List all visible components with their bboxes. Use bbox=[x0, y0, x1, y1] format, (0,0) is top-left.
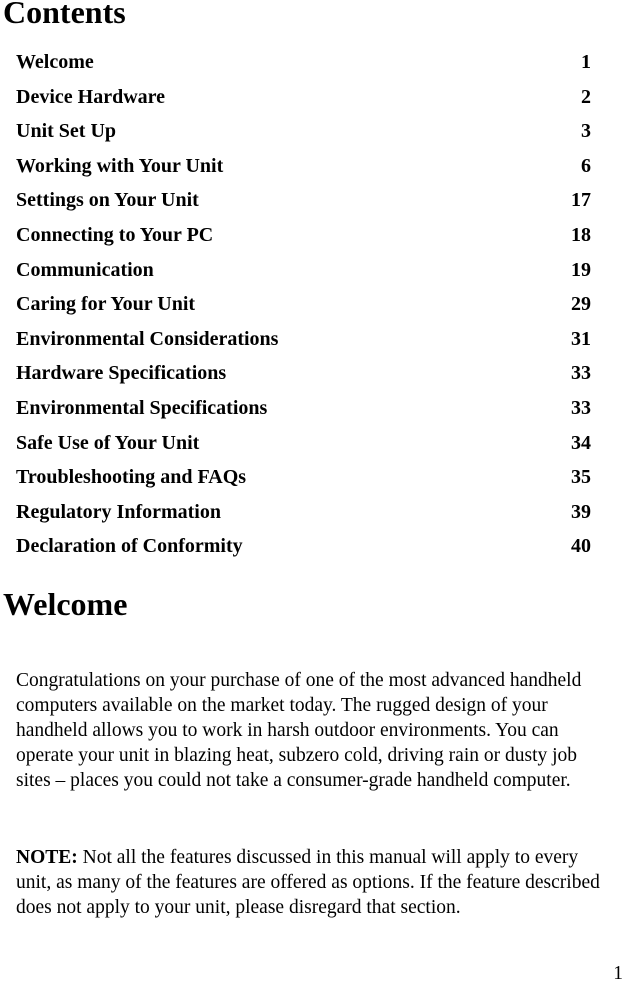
toc-entry[interactable]: 17 Settings on Your Unit bbox=[0, 183, 627, 218]
note-body-text: Not all the features discussed in this m… bbox=[16, 846, 600, 918]
toc-entry-title: Caring for Your Unit bbox=[16, 293, 196, 316]
toc-entry[interactable]: 33 Environmental Specifications bbox=[0, 391, 627, 426]
toc-entry[interactable]: 3 Unit Set Up bbox=[0, 114, 627, 149]
footer-page-number: 1 bbox=[613, 963, 623, 984]
toc-entry[interactable]: 39 Regulatory Information bbox=[0, 495, 627, 530]
toc-entry-title: Unit Set Up bbox=[16, 120, 117, 143]
document-page: Contents 1 Welcome 2 Device Hardware 3 Unit S… bbox=[0, 0, 627, 995]
toc-entry[interactable]: 40 Declaration of Conformity bbox=[0, 529, 627, 564]
toc-entry-title: Safe Use of Your Unit bbox=[16, 431, 200, 454]
table-of-contents: 1 Welcome 2 Device Hardware 3 Unit Set Up 6 Wor… bbox=[0, 45, 627, 564]
toc-entry[interactable]: 29 Caring for Your Unit bbox=[0, 287, 627, 322]
toc-entry[interactable]: 34 Safe Use of Your Unit bbox=[0, 426, 627, 461]
toc-entry-title: Regulatory Information bbox=[16, 500, 221, 523]
toc-entry-title: Declaration of Conformity bbox=[16, 535, 243, 558]
toc-entry[interactable]: 6 Working with Your Unit bbox=[0, 149, 627, 184]
toc-entry-title: Connecting to Your PC bbox=[16, 223, 214, 246]
toc-entry-title: Environmental Considerations bbox=[16, 327, 279, 350]
welcome-paragraph: Congratulations on your purchase of one … bbox=[16, 669, 582, 792]
toc-entry-title: Hardware Specifications bbox=[16, 362, 227, 385]
toc-entry-title: Environmental Specifications bbox=[16, 396, 268, 419]
toc-entry-title: Welcome bbox=[16, 51, 94, 73]
toc-entry[interactable]: 2 Device Hardware bbox=[0, 80, 627, 115]
toc-entry-title: Working with Your Unit bbox=[16, 154, 224, 177]
toc-entry-title: Settings on Your Unit bbox=[16, 189, 199, 212]
note-paragraph: NOTE: Not all the features discussed in … bbox=[16, 845, 604, 921]
toc-entry[interactable]: 31 Environmental Considerations bbox=[0, 322, 627, 357]
toc-entry[interactable]: 35 Troubleshooting and FAQs bbox=[0, 460, 627, 495]
section-heading-welcome: Welcome bbox=[3, 586, 128, 622]
toc-entry[interactable]: 18 Connecting to Your PC bbox=[0, 218, 627, 253]
toc-entry[interactable]: 1 Welcome bbox=[0, 45, 627, 80]
toc-entry-title: Device Hardware bbox=[16, 85, 166, 108]
toc-entry[interactable]: 19 Communication bbox=[0, 253, 627, 288]
note-label: NOTE: bbox=[16, 846, 78, 868]
page-title-contents: Contents bbox=[3, 0, 126, 30]
toc-entry-title: Communication bbox=[16, 258, 154, 281]
toc-entry-title: Troubleshooting and FAQs bbox=[16, 466, 247, 489]
toc-entry[interactable]: 33 Hardware Specifications bbox=[0, 356, 627, 391]
